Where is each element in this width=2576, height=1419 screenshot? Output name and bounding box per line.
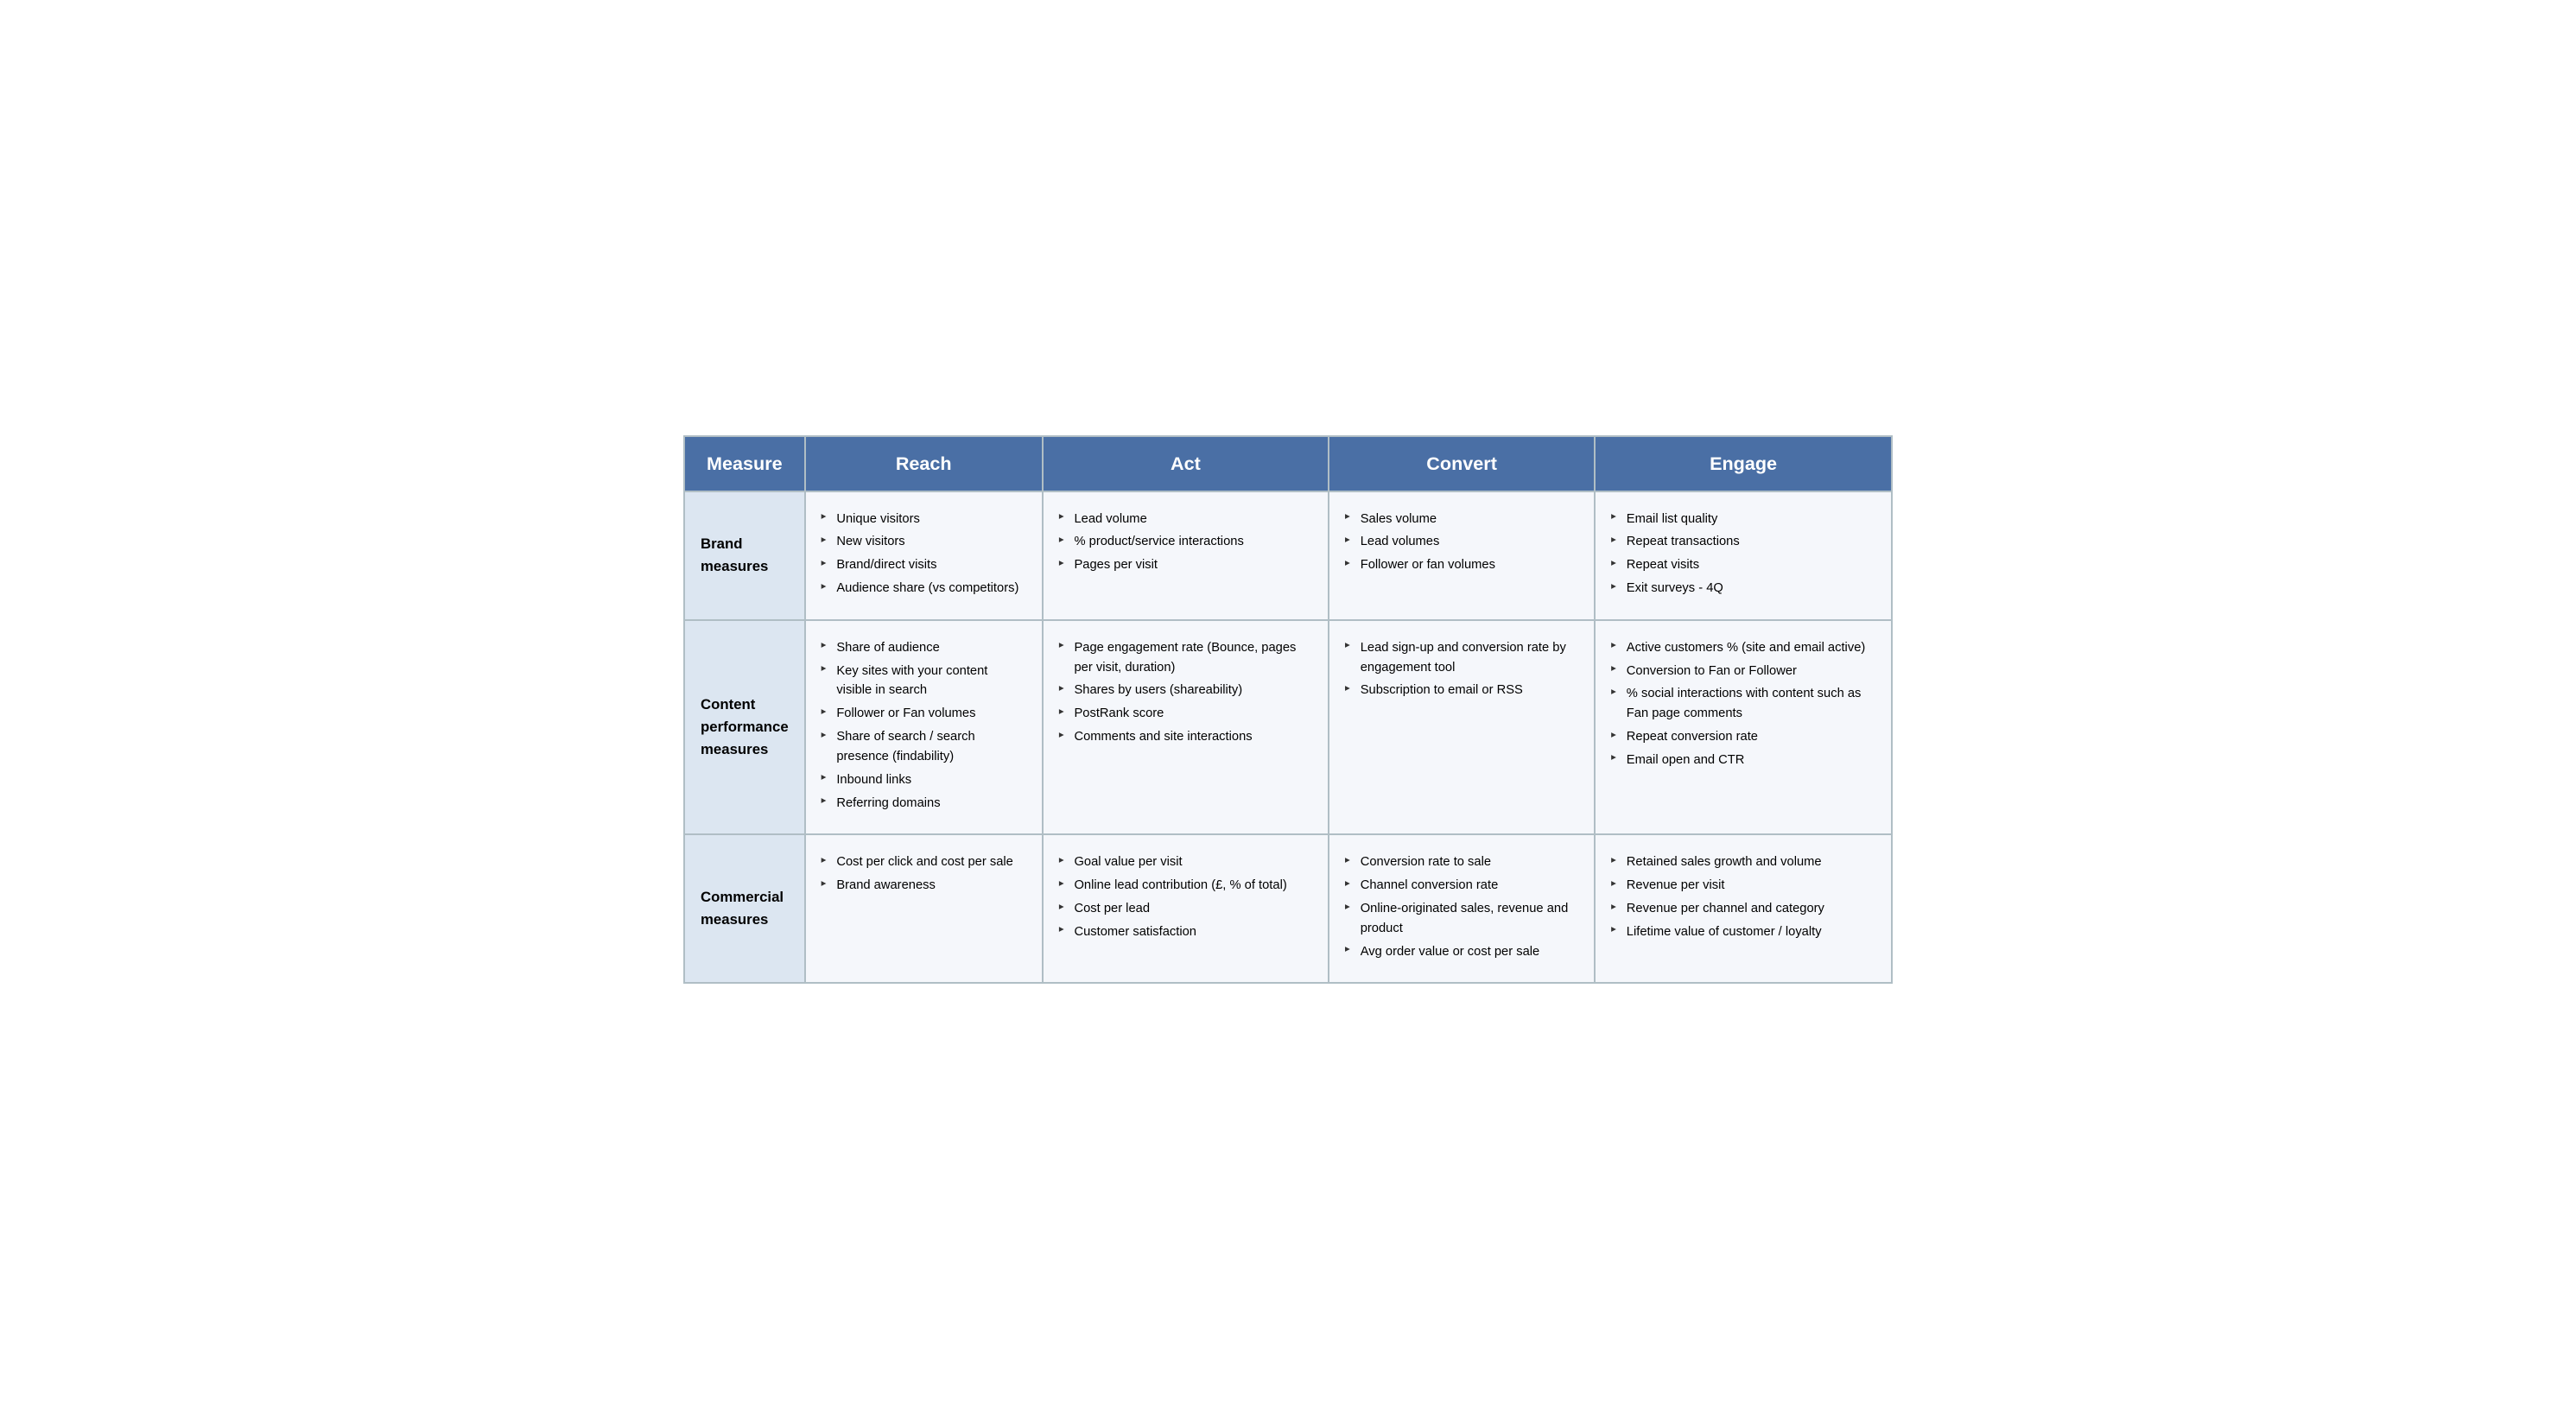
cell-reach-1: Share of audience Key sites with your con… [805,620,1043,835]
list-item: Page engagement rate (Bounce, pages per … [1059,638,1312,678]
cell-act-2: Goal value per visit Online lead contribu… [1043,834,1329,983]
list-item: Lead sign-up and conversion rate by enga… [1345,638,1578,678]
list-item: Revenue per channel and category [1611,899,1875,919]
list-item: Channel conversion rate [1345,876,1578,896]
header-measure: Measure [684,436,805,491]
cell-engage-0: Email list quality Repeat transactions Rep… [1595,491,1892,620]
list-item: Goal value per visit [1059,852,1312,872]
list-item: Unique visitors [822,510,1026,529]
list-item: Conversion to Fan or Follower [1611,662,1875,681]
list-item: Customer satisfaction [1059,922,1312,942]
cell-reach-0: Unique visitors New visitors Brand/direct … [805,491,1043,620]
measures-table: Measure Reach Act Convert Engage Brand m… [683,435,1893,985]
list-item: Repeat visits [1611,555,1875,575]
list-engage-2: Retained sales growth and volume Revenue … [1611,852,1875,941]
list-item: Audience share (vs competitors) [822,579,1026,599]
list-item: Lead volumes [1345,532,1578,552]
list-item: Repeat conversion rate [1611,727,1875,747]
list-reach-0: Unique visitors New visitors Brand/direct … [822,510,1026,599]
list-item: Avg order value or cost per sale [1345,942,1578,962]
cell-convert-2: Conversion rate to sale Channel conversio… [1329,834,1595,983]
list-item: Brand awareness [822,876,1026,896]
list-engage-1: Active customers % (site and email activ… [1611,638,1875,770]
list-item: Retained sales growth and volume [1611,852,1875,872]
list-item: Active customers % (site and email activ… [1611,638,1875,658]
list-item: Pages per visit [1059,555,1312,575]
list-item: Cost per click and cost per sale [822,852,1026,872]
list-reach-2: Cost per click and cost per sale Brand aw… [822,852,1026,896]
list-act-0: Lead volume % product/service interaction… [1059,510,1312,575]
header-engage: Engage [1595,436,1892,491]
table-row: Brand measures Unique visitors New visitor… [684,491,1892,620]
list-item: Sales volume [1345,510,1578,529]
list-item: New visitors [822,532,1026,552]
list-item: Comments and site interactions [1059,727,1312,747]
header-reach: Reach [805,436,1043,491]
list-convert-2: Conversion rate to sale Channel conversio… [1345,852,1578,961]
list-item: Cost per lead [1059,899,1312,919]
main-table-wrapper: Measure Reach Act Convert Engage Brand m… [683,435,1893,985]
list-item: Revenue per visit [1611,876,1875,896]
list-item: % social interactions with content such … [1611,684,1875,724]
cell-convert-1: Lead sign-up and conversion rate by enga… [1329,620,1595,835]
list-item: Conversion rate to sale [1345,852,1578,872]
list-item: PostRank score [1059,704,1312,724]
list-reach-1: Share of audience Key sites with your con… [822,638,1026,814]
cell-act-0: Lead volume % product/service interaction… [1043,491,1329,620]
list-item: % product/service interactions [1059,532,1312,552]
list-item: Exit surveys - 4Q [1611,579,1875,599]
list-item: Follower or fan volumes [1345,555,1578,575]
cell-measure-1: Content performance measures [684,620,805,835]
list-item: Shares by users (shareability) [1059,681,1312,700]
list-act-1: Page engagement rate (Bounce, pages per … [1059,638,1312,747]
list-item: Referring domains [822,794,1026,814]
header-act: Act [1043,436,1329,491]
list-item: Email open and CTR [1611,751,1875,770]
list-act-2: Goal value per visit Online lead contribu… [1059,852,1312,941]
header-convert: Convert [1329,436,1595,491]
cell-convert-0: Sales volume Lead volumes Follower or fan … [1329,491,1595,620]
list-item: Follower or Fan volumes [822,704,1026,724]
list-item: Online lead contribution (£, % of total) [1059,876,1312,896]
list-item: Lifetime value of customer / loyalty [1611,922,1875,942]
list-item: Subscription to email or RSS [1345,681,1578,700]
list-engage-0: Email list quality Repeat transactions Rep… [1611,510,1875,599]
list-item: Share of audience [822,638,1026,658]
list-item: Email list quality [1611,510,1875,529]
list-convert-0: Sales volume Lead volumes Follower or fan … [1345,510,1578,575]
list-item: Share of search / search presence (finda… [822,727,1026,767]
list-item: Key sites with your content visible in s… [822,662,1026,701]
list-item: Repeat transactions [1611,532,1875,552]
cell-engage-2: Retained sales growth and volume Revenue … [1595,834,1892,983]
cell-reach-2: Cost per click and cost per sale Brand aw… [805,834,1043,983]
cell-measure-2: Commercial measures [684,834,805,983]
table-row: Content performance measuresShare of aud… [684,620,1892,835]
list-item: Brand/direct visits [822,555,1026,575]
list-item: Online-originated sales, revenue and pro… [1345,899,1578,939]
cell-engage-1: Active customers % (site and email activ… [1595,620,1892,835]
list-item: Inbound links [822,770,1026,790]
table-row: Commercial measures Cost per click and co… [684,834,1892,983]
list-item: Lead volume [1059,510,1312,529]
cell-act-1: Page engagement rate (Bounce, pages per … [1043,620,1329,835]
list-convert-1: Lead sign-up and conversion rate by enga… [1345,638,1578,700]
cell-measure-0: Brand measures [684,491,805,620]
